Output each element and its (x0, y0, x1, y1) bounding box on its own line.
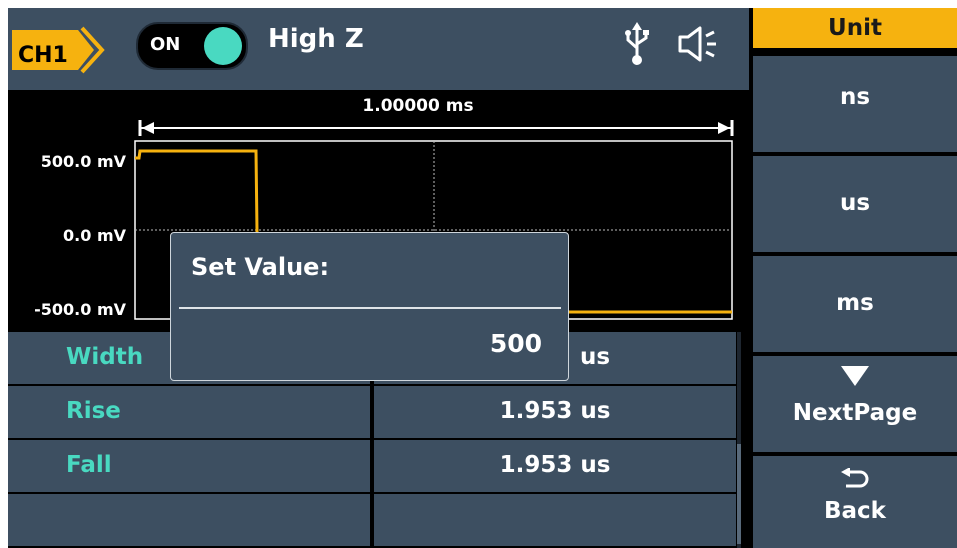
dialog-divider (179, 307, 561, 309)
param-name-cell: Rise (8, 386, 370, 438)
channel-badge[interactable]: CH1 (12, 26, 108, 74)
menu-title: Unit (753, 8, 957, 48)
channel-label: CH1 (18, 43, 68, 68)
next-page-button[interactable]: NextPage (753, 356, 957, 452)
param-name: Width (66, 344, 144, 370)
y-label-bottom: -500.0 mV (34, 300, 126, 319)
param-value-cell: 1.953 us (374, 440, 736, 492)
toggle-knob (204, 27, 242, 65)
unit-ns-label: ns (839, 84, 871, 110)
triangle-down-icon (841, 366, 869, 386)
instrument-screen: CH1 ON High Z 1.00000 ms 500.0 mV 0.0 mV… (8, 8, 957, 548)
param-value-cell: 1.953 us (374, 386, 736, 438)
back-label: Back (824, 498, 886, 524)
value-input[interactable]: 500 (490, 329, 542, 358)
speaker-icon (678, 26, 716, 62)
back-button[interactable]: Back (753, 456, 957, 548)
param-value: 1.953 us (499, 398, 611, 424)
dialog-title: Set Value: (191, 253, 330, 281)
unit-ms-label: ms (836, 290, 874, 316)
y-label-top: 500.0 mV (40, 152, 126, 171)
param-name: Rise (66, 398, 121, 424)
param-name-cell: Fall (8, 440, 370, 492)
period-label: 1.00000 ms (362, 96, 474, 116)
param-row-fall[interactable]: Fall 1.953 us (8, 440, 736, 492)
param-value-cell (374, 494, 736, 546)
param-scroll-thumb[interactable] (737, 444, 741, 544)
unit-us-button[interactable]: us (753, 156, 957, 252)
param-name-cell (8, 494, 370, 546)
unit-ms-button[interactable]: ms (753, 256, 957, 352)
set-value-dialog: Set Value: 500 (170, 232, 569, 381)
output-toggle[interactable]: ON (136, 22, 248, 70)
param-name: Fall (66, 452, 112, 478)
status-header: CH1 ON High Z (8, 8, 749, 90)
unit-ns-button[interactable]: ns (753, 56, 957, 152)
param-value: 1.953 us (499, 452, 611, 478)
usb-icon (625, 22, 649, 65)
unit-us-label: us (839, 190, 871, 216)
return-arrow-icon (841, 468, 869, 488)
param-row-rise[interactable]: Rise 1.953 us (8, 386, 736, 438)
param-row-empty[interactable] (8, 494, 736, 546)
softkey-menu: Unit ns us ms NextPage Back (749, 8, 957, 548)
load-label[interactable]: High Z (268, 24, 364, 54)
y-label-mid: 0.0 mV (63, 226, 126, 245)
next-page-label: NextPage (792, 400, 918, 426)
output-toggle-label: ON (150, 34, 181, 55)
